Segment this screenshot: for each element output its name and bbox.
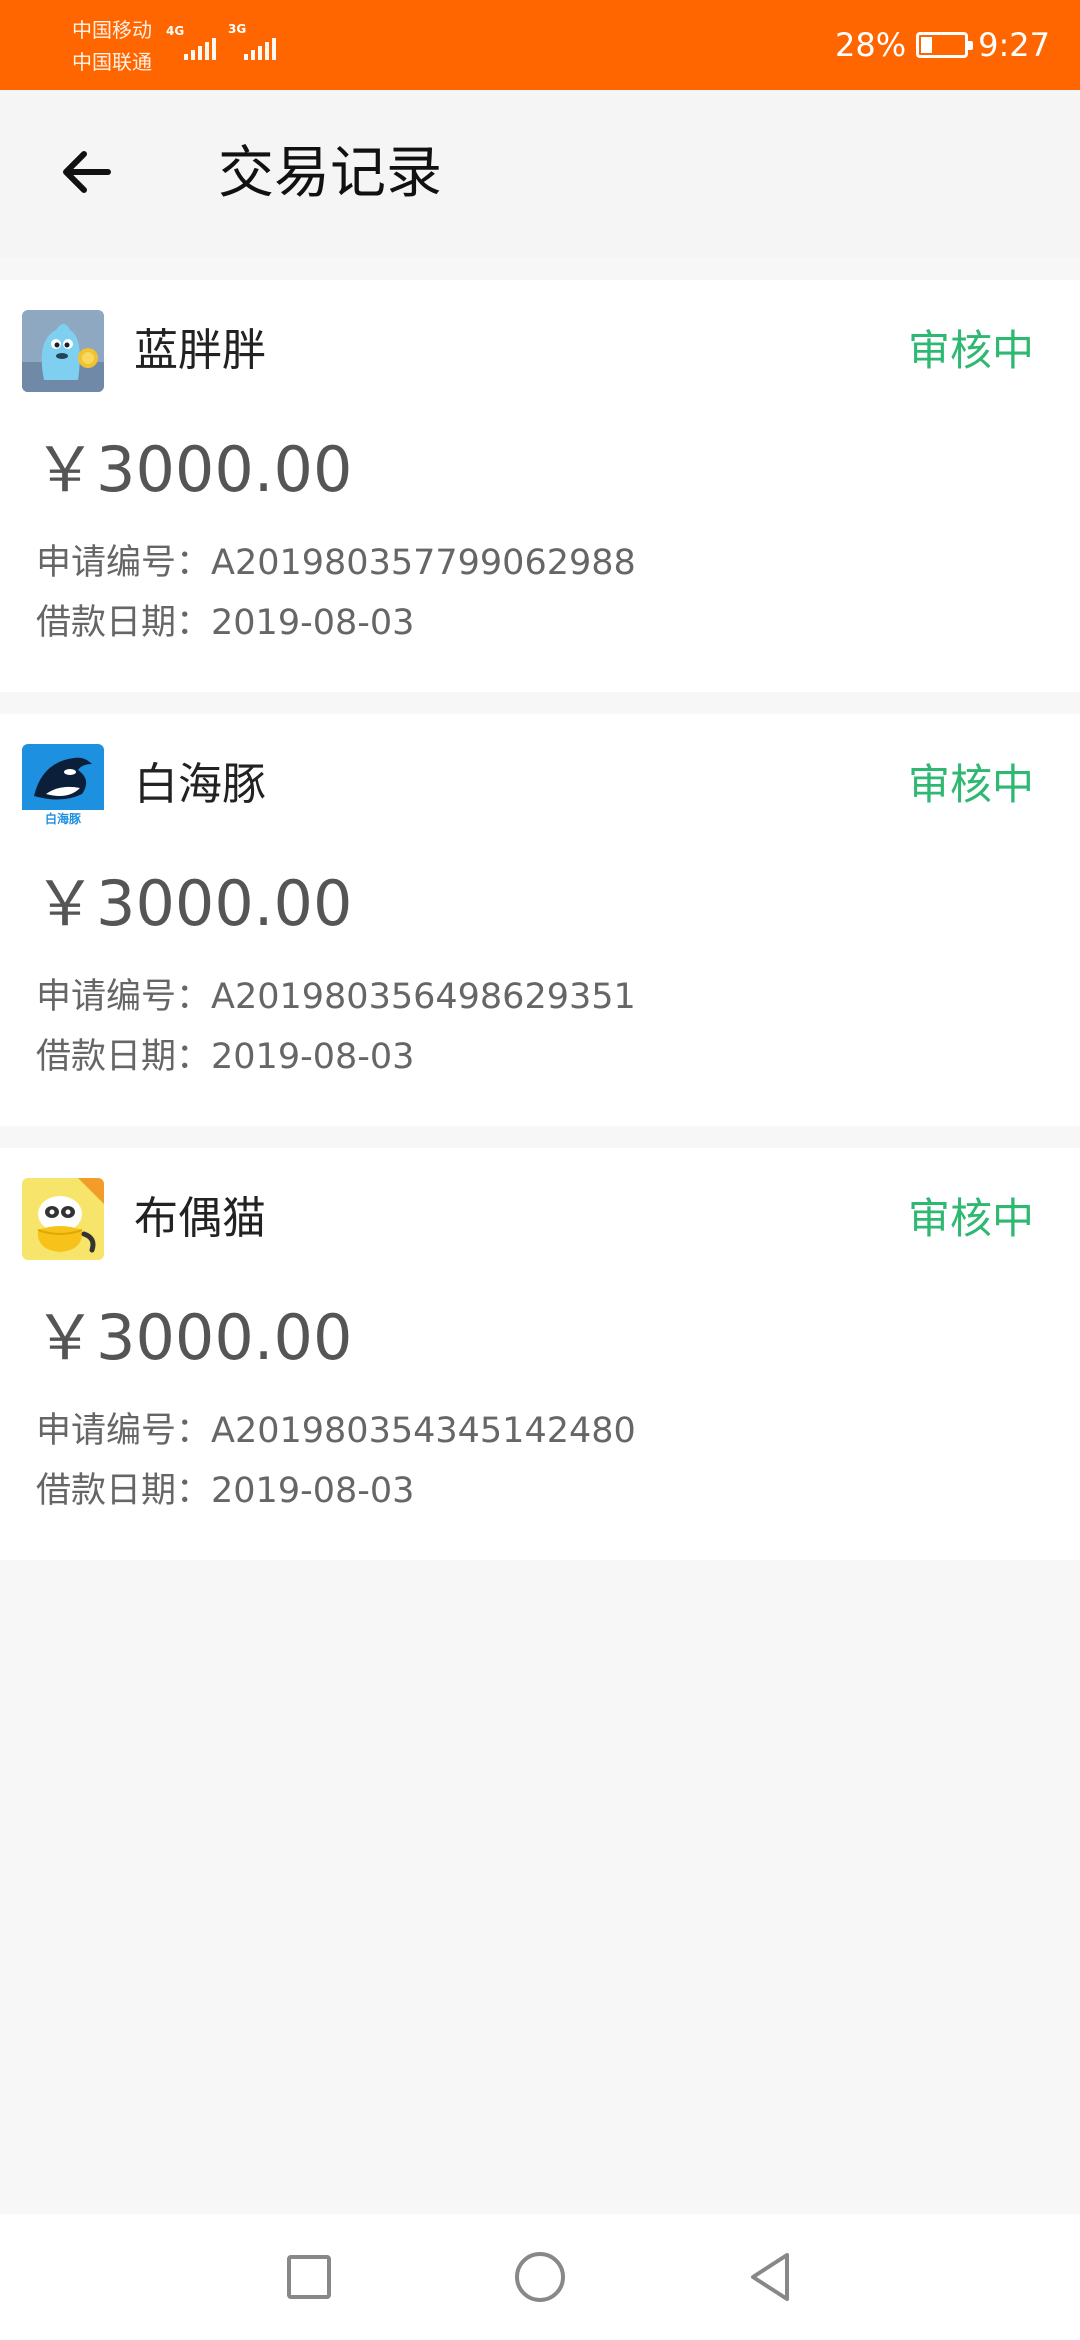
system-back-button[interactable] <box>735 2242 805 2312</box>
loan-date-value: 2019-08-03 <box>211 1037 415 1077</box>
loan-date-label: 借款日期： <box>36 603 212 643</box>
app-name: 布偶猫 <box>134 1193 266 1244</box>
amount: ￥3000.00 <box>34 1301 353 1374</box>
status-right: 28% ⚡ 9:27 <box>835 0 1050 90</box>
page-title: 交易记录 <box>218 141 442 206</box>
application-number-label: 申请编号： <box>36 543 212 583</box>
battery-icon: ⚡ <box>916 32 974 58</box>
loan-date-value: 2019-08-03 <box>211 603 415 643</box>
carrier-1-label: 中国移动 <box>72 18 152 42</box>
app-name: 白海豚 <box>134 759 266 810</box>
application-number-value: A201980357799062988 <box>211 543 636 583</box>
loan-date-value: 2019-08-03 <box>211 1471 415 1511</box>
arrow-left-icon <box>63 151 111 193</box>
signal-1-icon <box>184 32 216 60</box>
loan-date: 借款日期：2019-08-03 <box>36 598 414 648</box>
raccoon-cat-icon <box>22 1178 104 1260</box>
battery-fill <box>921 37 933 53</box>
loan-date-label: 借款日期： <box>36 1471 212 1511</box>
home-button[interactable] <box>505 2242 575 2312</box>
header: 交易记录 <box>0 90 1080 258</box>
record-card[interactable]: 布偶猫 审核中 ￥3000.00 申请编号：A20198035434514248… <box>0 1148 1080 1560</box>
app-name: 蓝胖胖 <box>134 325 266 376</box>
record-card[interactable]: 蓝胖胖 审核中 ￥3000.00 申请编号：A20198035779906298… <box>0 280 1080 692</box>
battery-percent: 28% <box>835 26 907 64</box>
loan-date: 借款日期：2019-08-03 <box>36 1466 414 1516</box>
application-number: 申请编号：A201980354345142480 <box>36 1406 636 1456</box>
carrier-info: 中国移动 中国联通 4G 3G <box>72 14 292 78</box>
network-type-1: 4G <box>166 24 185 38</box>
triangle-back-icon <box>751 2253 789 2301</box>
blue-mascot-icon <box>22 310 104 392</box>
amount: ￥3000.00 <box>34 867 353 940</box>
amount: ￥3000.00 <box>34 433 353 506</box>
circle-icon <box>515 2252 565 2302</box>
status-badge: 审核中 <box>907 760 1034 809</box>
record-card[interactable]: 白海豚 白海豚 审核中 ￥3000.00 申请编号：A2019803564986… <box>0 714 1080 1126</box>
recent-apps-button[interactable] <box>274 2242 344 2312</box>
back-button[interactable] <box>44 130 128 214</box>
application-number: 申请编号：A201980356498629351 <box>36 972 636 1022</box>
clock: 9:27 <box>978 26 1050 64</box>
records-list: 蓝胖胖 审核中 ￥3000.00 申请编号：A20198035779906298… <box>0 280 1080 1582</box>
application-number-value: A201980356498629351 <box>211 977 636 1017</box>
application-number-value: A201980354345142480 <box>211 1411 636 1451</box>
charging-bolt-icon: ⚡ <box>936 35 948 54</box>
dolphin-icon-text: 白海豚 <box>45 811 82 826</box>
application-number: 申请编号：A201980357799062988 <box>36 538 636 588</box>
signal-2-icon <box>244 32 276 60</box>
loan-date: 借款日期：2019-08-03 <box>36 1032 414 1082</box>
status-bar: 中国移动 中国联通 4G 3G 28% ⚡ 9:27 <box>0 0 1080 90</box>
square-icon <box>287 2255 331 2299</box>
application-number-label: 申请编号： <box>36 1411 212 1451</box>
carrier-2-label: 中国联通 <box>72 50 152 74</box>
status-badge: 审核中 <box>907 1194 1034 1243</box>
dolphin-icon: 白海豚 <box>22 744 104 826</box>
application-number-label: 申请编号： <box>36 977 212 1017</box>
status-badge: 审核中 <box>907 326 1034 375</box>
system-nav-bar <box>0 2214 1080 2340</box>
loan-date-label: 借款日期： <box>36 1037 212 1077</box>
